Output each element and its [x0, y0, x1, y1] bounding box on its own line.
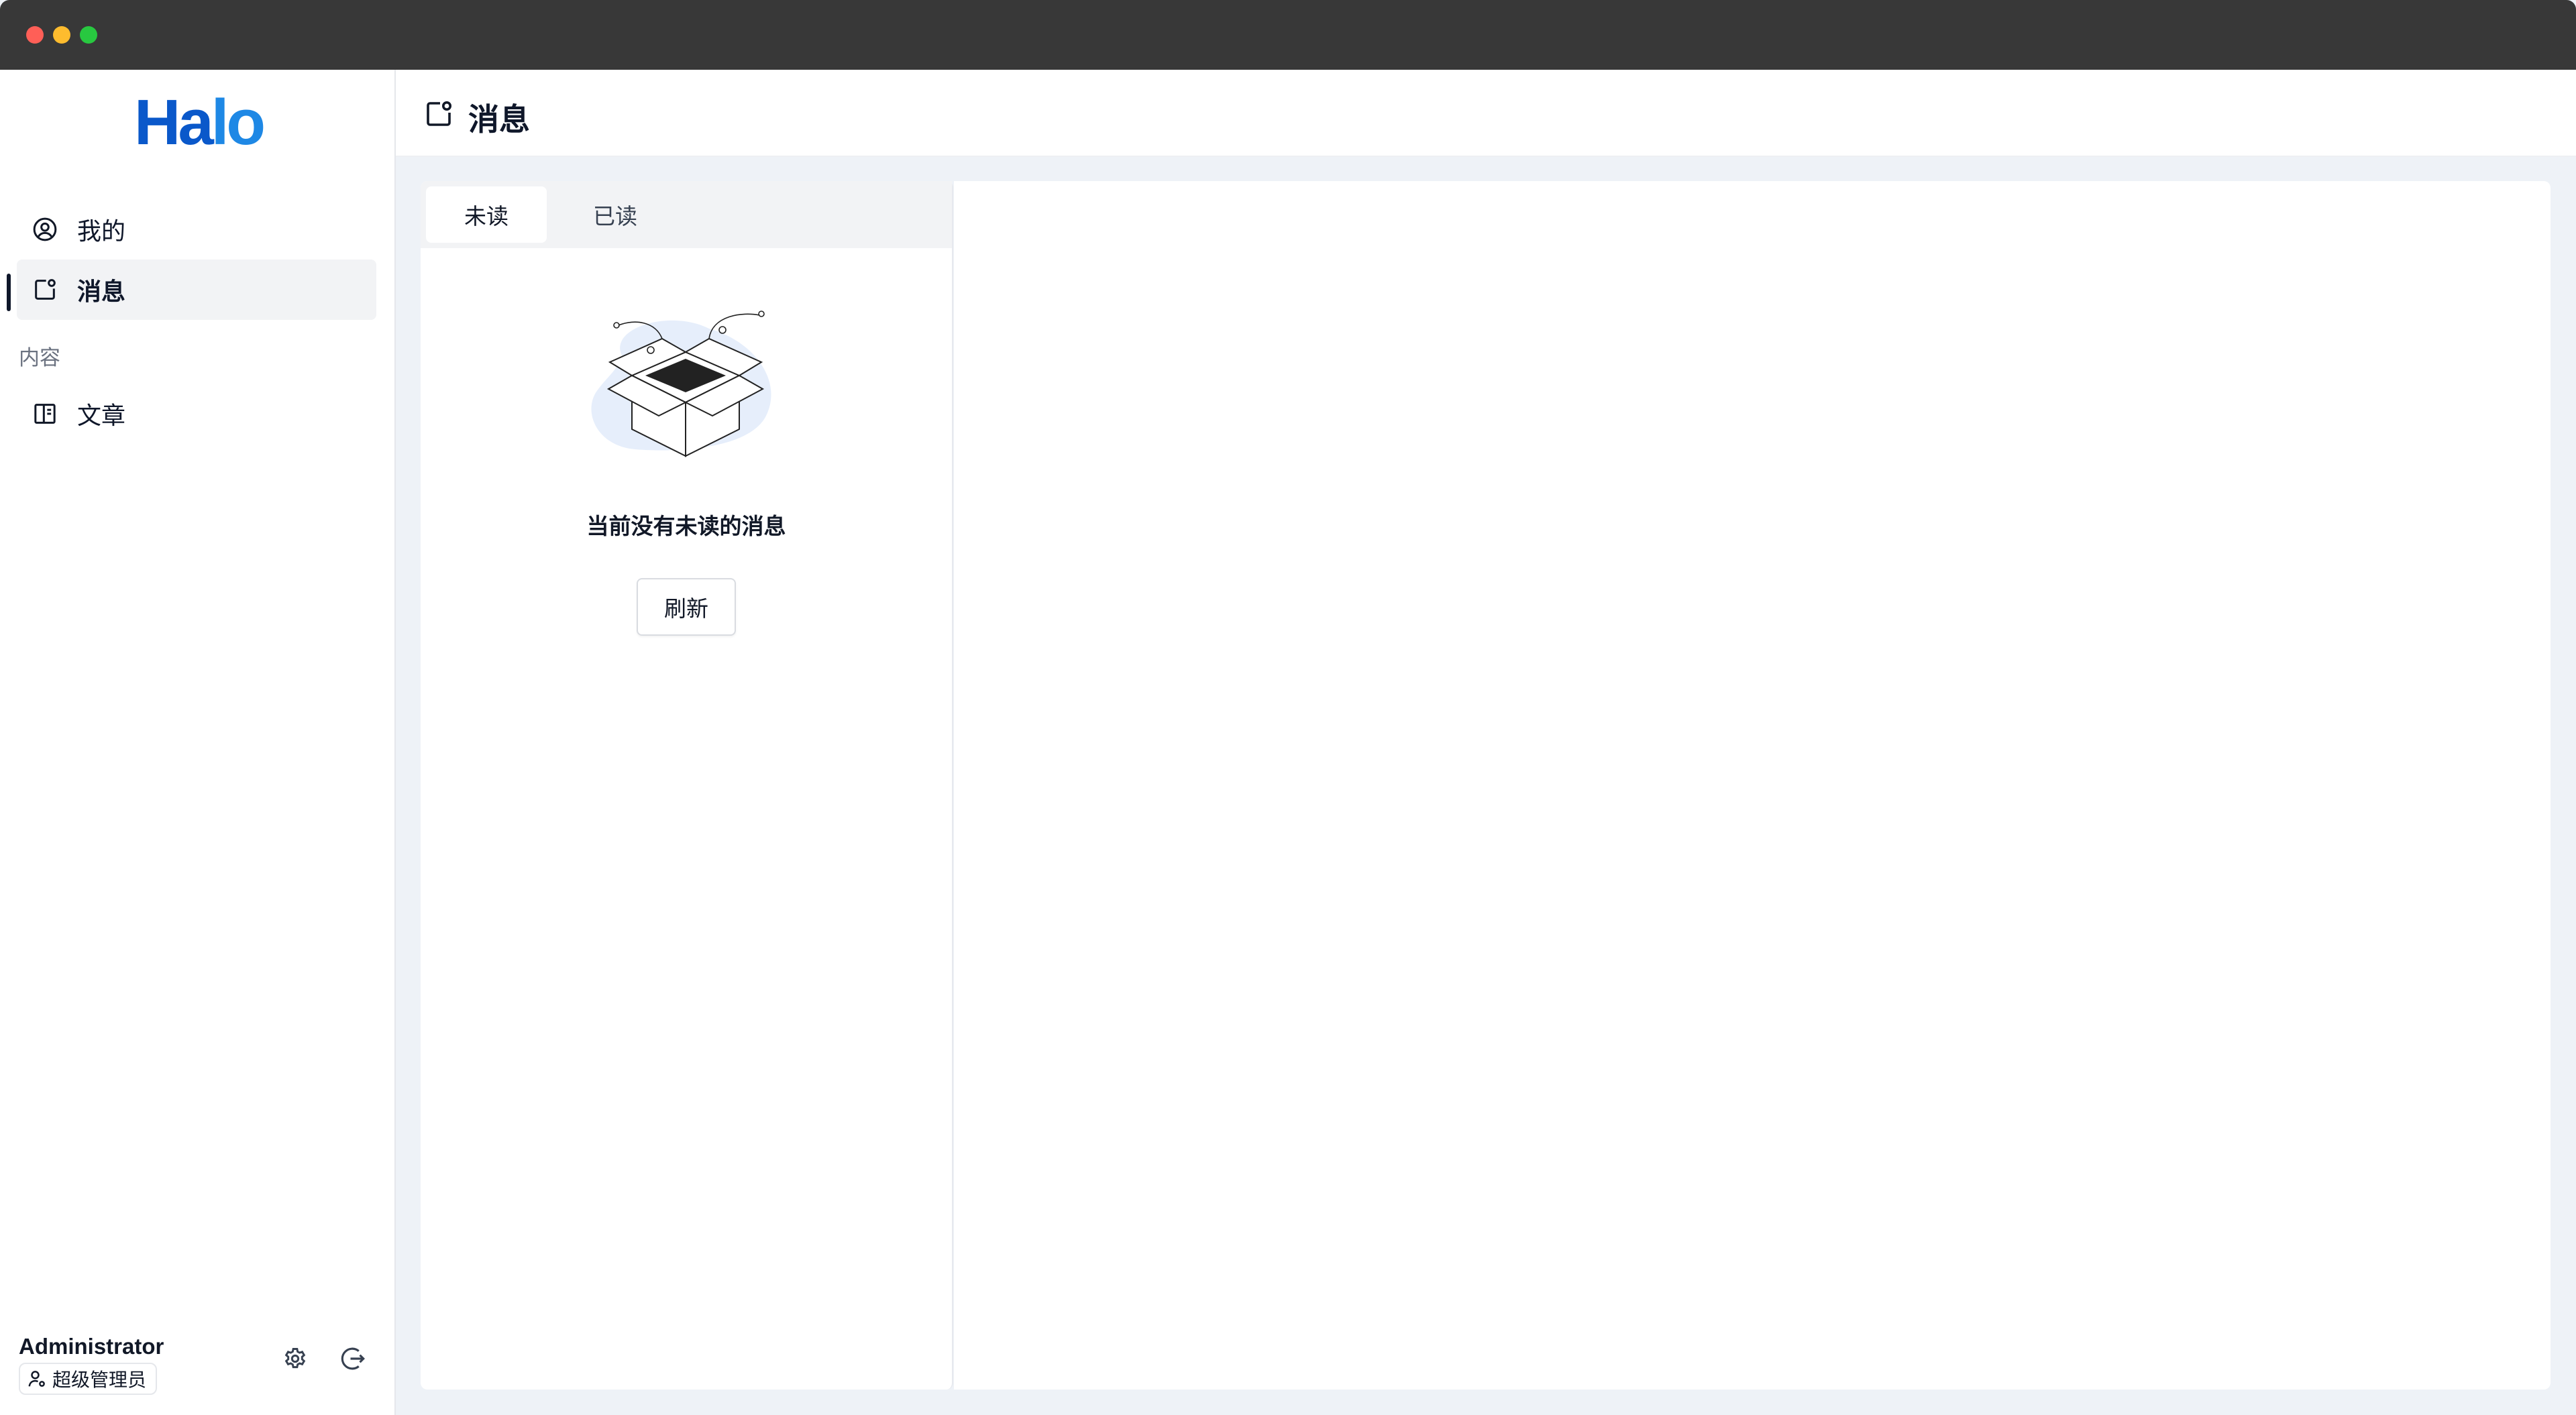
logout-icon	[339, 1345, 367, 1373]
notification-detail-panel	[954, 181, 2551, 1390]
notification-icon	[423, 98, 455, 130]
refresh-button[interactable]: 刷新	[637, 578, 736, 636]
sidebar-group-label: 内容	[19, 346, 60, 370]
active-indicator	[7, 274, 11, 311]
logo-text-part1: Ha	[134, 87, 214, 158]
book-icon	[32, 400, 58, 427]
role-label: 超级管理员	[52, 1369, 147, 1390]
settings-button[interactable]	[279, 1343, 311, 1375]
logout-button[interactable]	[337, 1343, 369, 1375]
minimize-window-button[interactable]	[53, 26, 70, 44]
close-window-button[interactable]	[26, 26, 44, 44]
user-circle-icon	[32, 216, 58, 243]
sidebar-item-label: 文章	[77, 402, 126, 429]
window-titlebar	[0, 0, 2576, 70]
notification-list-panel: 未读 已读 当前没有未读的消息 刷新	[421, 181, 953, 1390]
notification-tabs: 未读 已读	[421, 181, 952, 248]
sidebar-item-label: 我的	[77, 217, 126, 245]
sidebar: Ha lo 我的 消息 内容 文章 Administrator 超级管理员	[0, 70, 396, 1415]
sidebar-item-notifications[interactable]: 消息	[17, 260, 376, 320]
empty-box-illustration	[591, 310, 771, 457]
sidebar-item-profile[interactable]: 我的	[17, 199, 376, 260]
gear-icon	[282, 1345, 309, 1372]
empty-state-message: 当前没有未读的消息	[586, 514, 786, 539]
tab-read[interactable]: 已读	[555, 186, 676, 243]
sidebar-item-label: 消息	[77, 278, 126, 305]
logo-text-part2: lo	[211, 87, 266, 158]
page-title: 消息	[468, 102, 530, 137]
maximize-window-button[interactable]	[80, 26, 97, 44]
page-header: 消息	[396, 70, 2576, 157]
user-name: Administrator	[19, 1334, 164, 1359]
halo-logo[interactable]: Ha lo	[134, 87, 266, 158]
user-role-icon	[27, 1369, 47, 1389]
role-badge: 超级管理员	[19, 1363, 158, 1395]
sidebar-item-posts[interactable]: 文章	[17, 384, 376, 444]
notification-icon	[32, 276, 58, 303]
tab-unread[interactable]: 未读	[426, 186, 547, 243]
